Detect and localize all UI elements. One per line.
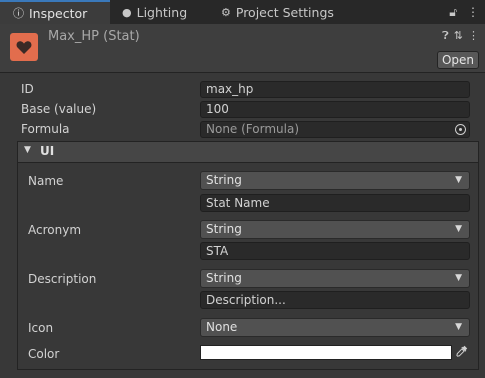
lock-icon[interactable]: 🔓︎ (449, 5, 457, 20)
lightbulb-icon: ● (122, 5, 132, 19)
object-picker-icon[interactable] (455, 124, 466, 135)
tab-bar-tools: 🔓︎ ⋮ (449, 0, 479, 24)
base-label: Base (value) (21, 102, 97, 116)
tab-bar: ⓘ Inspector ● Lighting ⚙ Project Setting… (0, 0, 485, 24)
color-label: Color (28, 347, 60, 361)
acronym-value-field[interactable]: STA (200, 242, 470, 260)
color-swatch[interactable] (200, 345, 452, 360)
dropdown-value: None (206, 320, 238, 334)
ui-foldout-header[interactable]: ▼ UI (17, 141, 479, 163)
chevron-down-icon: ▼ (455, 175, 462, 185)
tab-label: Inspector (29, 5, 88, 21)
base-value-field[interactable]: 100 (200, 101, 470, 118)
eyedropper-icon[interactable] (456, 345, 468, 360)
object-title: Max_HP (Stat) (48, 29, 140, 44)
chevron-down-icon: ▼ (455, 224, 462, 234)
id-label: ID (21, 82, 34, 96)
acronym-label: Acronym (28, 223, 82, 237)
icon-label: Icon (28, 321, 54, 335)
description-label: Description (28, 272, 97, 286)
tab-lighting[interactable]: ● Lighting (120, 0, 187, 24)
icon-type-dropdown[interactable]: None ▼ (200, 318, 470, 337)
formula-value: None (Formula) (206, 122, 300, 136)
more-menu-icon[interactable]: ⋮ (468, 29, 479, 43)
chevron-down-icon: ▼ (455, 273, 462, 283)
dropdown-value: String (206, 222, 242, 236)
name-label: Name (28, 174, 64, 188)
object-header: Max_HP (Stat) ❓︎ ⇅ ⋮ Open (0, 24, 485, 73)
foldout-arrow-icon[interactable]: ▼ (24, 145, 31, 155)
formula-label: Formula (21, 122, 70, 136)
tab-inspector[interactable]: ⓘ Inspector (0, 0, 110, 24)
chevron-down-icon: ▼ (455, 322, 462, 332)
open-button[interactable]: Open (437, 51, 479, 69)
tab-project-settings[interactable]: ⚙ Project Settings (221, 0, 334, 24)
gear-icon: ⚙ (221, 5, 231, 19)
dropdown-value: String (206, 173, 242, 187)
name-type-dropdown[interactable]: String ▼ (200, 171, 470, 190)
dropdown-value: String (206, 271, 242, 285)
heart-icon (10, 33, 38, 61)
more-menu-icon[interactable]: ⋮ (467, 5, 479, 19)
preset-icon[interactable]: ⇅ (454, 29, 463, 43)
tab-label: Lighting (136, 4, 188, 20)
help-icon[interactable]: ❓︎ (442, 29, 449, 43)
description-type-dropdown[interactable]: String ▼ (200, 269, 470, 288)
acronym-type-dropdown[interactable]: String ▼ (200, 220, 470, 239)
id-field[interactable]: max_hp (200, 81, 470, 98)
header-tools: ❓︎ ⇅ ⋮ (442, 29, 479, 43)
info-icon: ⓘ (13, 7, 24, 20)
description-value-field[interactable]: Description... (200, 291, 470, 309)
name-value-field[interactable]: Stat Name (200, 194, 470, 212)
formula-object-field[interactable]: None (Formula) (200, 121, 470, 138)
ui-foldout-title: UI (40, 144, 55, 158)
tab-label: Project Settings (235, 4, 334, 20)
